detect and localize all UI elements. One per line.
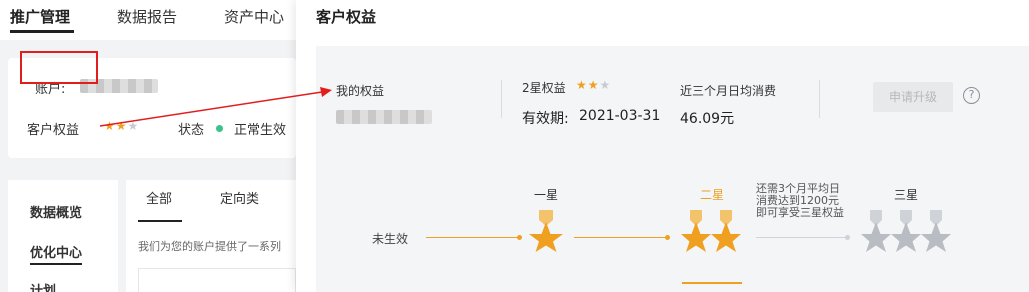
valid-label: 有效期: [522,111,569,127]
menu-item-optimization[interactable]: 优化中心 [30,242,83,265]
current-level-indicator [682,282,742,284]
account-name-redacted [336,110,432,124]
star-icon: ★ [104,119,116,133]
tab-promotion-management[interactable]: 推广管理 [10,6,70,27]
tab-asset-center[interactable]: 资产中心 [224,6,284,27]
valid-date: 2021-03-31 [579,108,661,124]
status-label: 状态 [178,123,205,138]
customer-rights-link[interactable]: 客户权益 [27,119,79,138]
top-nav: 推广管理 数据报告 资产中心 [0,0,296,40]
star-icon: ★ [115,119,128,133]
status-value: 正常生效 [234,123,287,138]
star-level-label: 2星权益 [522,81,566,95]
content-tab-underline [138,220,182,222]
level-three-star-label: 三星 [894,188,919,202]
highlight-box [20,51,98,84]
progress-dot [665,235,670,240]
panel-title: 客户权益 [316,8,377,26]
spend-value: 46.09元 [680,111,735,127]
hint-line: 即可享受三星权益 [756,206,844,219]
progress-line-pending [756,237,848,238]
medal-icon [529,210,563,252]
level-inactive-label: 未生效 [372,232,409,246]
side-menu: 数据概览 优化中心 计划 [8,180,118,292]
progress-line [426,237,520,238]
divider [501,80,502,118]
medal-icon [681,210,741,252]
screen: 推广管理 数据报告 资产中心 账户: 客户权益 ★★★ 状态 正常生效 数据概览… [0,0,1029,292]
rights-summary: 我的权益 2星权益 ★★★ 有效期: 2021-03-31 近三个月日均消费 4… [316,46,1029,146]
tab-all[interactable]: 全部 [146,188,172,207]
tab-targeting[interactable]: 定向类 [220,188,259,207]
tab-data-report[interactable]: 数据报告 [117,6,177,27]
progress-dot [517,235,522,240]
upgrade-hint: 还需3个月平均日 消费达到1200元 即可享受三星权益 [756,183,866,219]
star-icon: ★ [576,78,588,92]
progress-dot [845,235,850,240]
left-panel: 推广管理 数据报告 资产中心 账户: 客户权益 ★★★ 状态 正常生效 数据概览… [0,0,296,292]
status-dot-icon [216,125,223,132]
content-description: 我们为您的账户提供了一系列 [138,240,281,253]
content-card [138,268,296,292]
star-icon: ★ [127,119,140,133]
content-area: 全部 定向类 我们为您的账户提供了一系列 [126,180,296,292]
apply-upgrade-button[interactable]: 申请升级 [873,82,953,112]
my-rights-label: 我的权益 [336,84,385,98]
spend-label: 近三个月日均消费 [680,84,777,98]
star-icon: ★ [587,78,600,92]
medal-icon [861,210,951,252]
level-progress: 未生效 一星 二星 还需3个月平均日 消费达到1200元 即可享受三星权益 三星 [316,146,1029,292]
menu-item-overview[interactable]: 数据概览 [30,202,82,221]
help-icon[interactable]: ? [963,87,980,104]
level-one-star-label: 一星 [534,188,559,202]
level-two-star-label: 二星 [700,188,725,202]
progress-line [574,237,668,238]
star-level-stars: ★★★ [576,78,611,92]
star-icon: ★ [599,78,612,92]
active-tab-underline [10,30,74,33]
divider [819,80,820,118]
rights-panel: 客户权益 我的权益 2星权益 ★★★ 有效期: 2021-03-31 近三个月日… [296,0,1029,292]
menu-item-plan[interactable]: 计划 [30,280,56,292]
rights-stars: ★★★ [104,119,139,133]
